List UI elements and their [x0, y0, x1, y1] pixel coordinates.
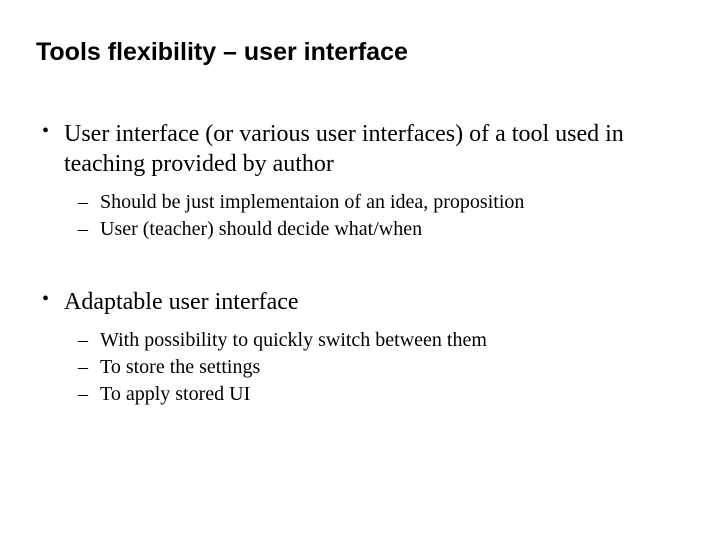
bullet-text: User interface (or various user interfac…: [64, 121, 624, 177]
sub-item: To apply stored UI: [100, 381, 684, 408]
sub-item: User (teacher) should decide what/when: [100, 216, 684, 243]
sub-item: Should be just implementaion of an idea,…: [100, 189, 684, 216]
bullet-text: Adaptable user interface: [64, 289, 299, 315]
sub-list: With possibility to quickly switch betwe…: [64, 327, 684, 408]
list-item: Adaptable user interface With possibilit…: [64, 287, 684, 408]
slide-title: Tools flexibility – user interface: [36, 38, 684, 67]
bullet-list: User interface (or various user interfac…: [36, 119, 684, 408]
sub-item: To store the settings: [100, 354, 684, 381]
sub-item: With possibility to quickly switch betwe…: [100, 327, 684, 354]
sub-list: Should be just implementaion of an idea,…: [64, 189, 684, 243]
list-item: User interface (or various user interfac…: [64, 119, 684, 243]
